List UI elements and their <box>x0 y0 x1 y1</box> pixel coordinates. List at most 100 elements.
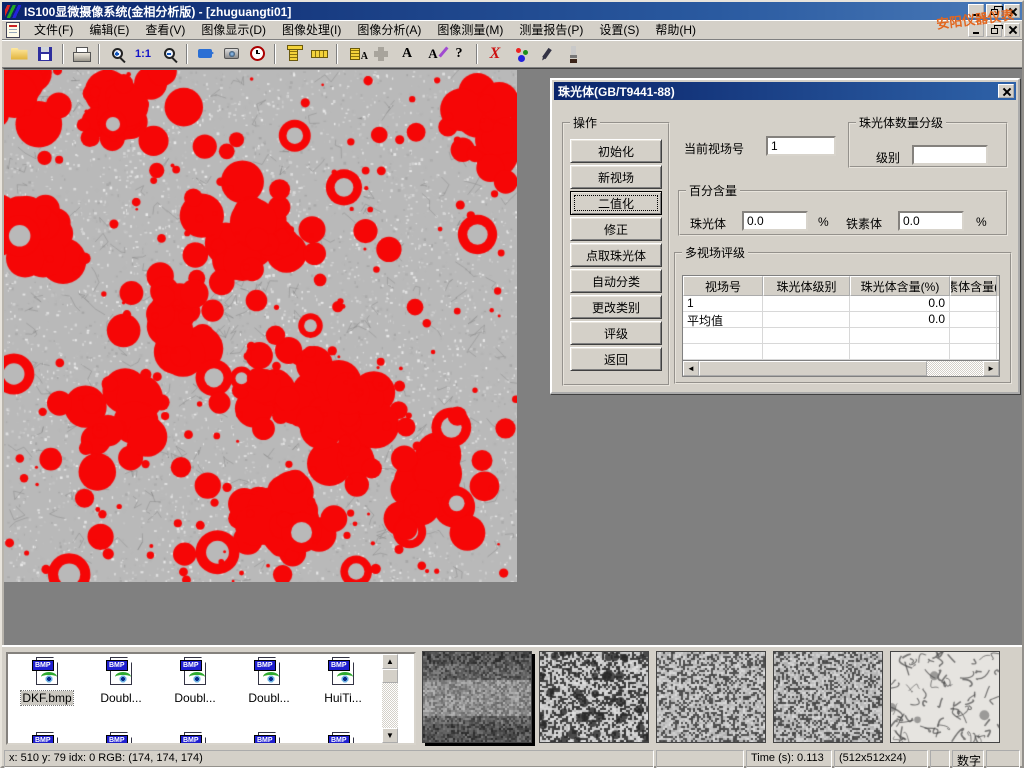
column-header[interactable]: 珠光体含量(%) <box>850 276 950 296</box>
scrollbar-thumb[interactable] <box>699 361 927 376</box>
file-item[interactable]: BMP HuiTi... <box>306 657 380 705</box>
table-row-empty <box>683 328 999 344</box>
table-row-empty <box>683 344 999 360</box>
document-icon[interactable] <box>6 22 20 38</box>
help-icon[interactable]: ? <box>446 42 472 66</box>
op-button[interactable]: 点取珠光体 <box>570 243 662 267</box>
menu-item[interactable]: 帮助(H) <box>647 19 704 40</box>
measure-text-icon[interactable]: A <box>342 42 368 66</box>
column-header[interactable]: 视场号 <box>683 276 763 296</box>
text-annotate-icon[interactable]: A <box>394 42 420 66</box>
toolbar-separator <box>336 44 338 64</box>
file-item[interactable]: BMP DKF.bmp <box>10 657 84 705</box>
op-button[interactable]: 二值化 <box>570 191 662 215</box>
scroll-right-icon[interactable]: ► <box>983 361 999 376</box>
count-phases-icon[interactable] <box>508 42 534 66</box>
toolbar-separator <box>476 44 478 64</box>
minimize-button[interactable] <box>968 4 984 18</box>
menu-item[interactable]: 图像测量(M) <box>429 19 511 40</box>
menu-item[interactable]: 设置(S) <box>591 19 647 40</box>
thumbnail[interactable] <box>422 651 532 743</box>
mdi-restore-button[interactable] <box>986 23 1002 37</box>
edit-text-icon[interactable]: A <box>420 42 446 66</box>
pen-icon[interactable] <box>534 42 560 66</box>
zoom-in-icon[interactable] <box>104 42 130 66</box>
close-button[interactable] <box>1004 4 1020 18</box>
toolbar-separator <box>98 44 100 64</box>
op-button[interactable]: 新视场 <box>570 165 662 189</box>
column-header[interactable]: 珠光体级别 <box>763 276 850 296</box>
grade-legend: 珠光体数量分级 <box>856 114 946 131</box>
file-item[interactable]: BMP Doubl... <box>232 657 306 705</box>
ferrite-input[interactable] <box>898 211 964 231</box>
micrograph-canvas[interactable] <box>4 70 517 582</box>
file-item[interactable]: BMP <box>10 732 84 743</box>
thumbnail[interactable] <box>656 651 766 743</box>
table-row[interactable]: 平均值 0.0 <box>683 312 999 328</box>
file-item[interactable]: BMP Doubl... <box>158 657 232 705</box>
spline-curve-icon[interactable]: X <box>482 42 508 66</box>
column-header[interactable]: 铁素体含量(%) <box>950 276 997 296</box>
print-icon[interactable] <box>68 42 94 66</box>
zoom-out-icon[interactable] <box>156 42 182 66</box>
caliper-icon[interactable] <box>280 42 306 66</box>
file-item[interactable]: BMP <box>306 732 380 743</box>
thumbnail[interactable] <box>539 651 649 743</box>
menu-item[interactable]: 图像显示(D) <box>193 19 274 40</box>
file-name: Doubl... <box>99 691 142 705</box>
op-button[interactable]: 更改类别 <box>570 295 662 319</box>
menu-item[interactable]: 编辑(E) <box>81 19 137 40</box>
restore-button[interactable] <box>986 4 1002 18</box>
scroll-left-icon[interactable]: ◄ <box>683 361 699 376</box>
table-horizontal-scrollbar[interactable]: ◄ ► <box>683 360 999 376</box>
table-header: 视场号 珠光体级别 珠光体含量(%) 铁素体含量(%) <box>683 276 999 296</box>
pearlite-dialog: 珠光体(GB/T9441-88) 操作 初始化新视场二值化修正点取珠光体自动分类… <box>550 78 1020 394</box>
bmp-file-icon: BMP <box>106 657 136 691</box>
mdi-close-button[interactable] <box>1004 23 1020 37</box>
menu-item[interactable]: 图像分析(A) <box>349 19 429 40</box>
current-field-label: 当前视场号 <box>684 140 744 157</box>
scroll-down-icon[interactable]: ▼ <box>382 728 398 743</box>
menu-item[interactable]: 文件(F) <box>26 19 81 40</box>
pearlite-input[interactable] <box>742 211 808 231</box>
file-name: DKF.bmp <box>21 691 72 705</box>
op-button[interactable]: 初始化 <box>570 139 662 163</box>
scroll-up-icon[interactable]: ▲ <box>382 654 398 669</box>
thumbnail[interactable] <box>890 651 1000 743</box>
brush-icon[interactable] <box>560 42 586 66</box>
eye-icon <box>41 672 57 682</box>
workspace: 珠光体(GB/T9441-88) 操作 初始化新视场二值化修正点取珠光体自动分类… <box>2 68 1022 645</box>
op-button[interactable]: 评级 <box>570 321 662 345</box>
grade-input[interactable] <box>912 145 988 165</box>
eye-icon <box>263 672 279 682</box>
dialog-title-bar[interactable]: 珠光体(GB/T9441-88) <box>554 82 1016 100</box>
file-item[interactable]: BMP <box>84 732 158 743</box>
menu-item[interactable]: 查看(V) <box>137 19 193 40</box>
thumbnail[interactable] <box>773 651 883 743</box>
video-camera-icon[interactable] <box>192 42 218 66</box>
dialog-close-button[interactable] <box>998 84 1014 98</box>
actual-size-icon[interactable]: 1:1 <box>130 42 156 66</box>
op-button[interactable]: 自动分类 <box>570 269 662 293</box>
file-item[interactable]: BMP Doubl... <box>84 657 158 705</box>
scrollbar-thumb[interactable] <box>382 669 398 683</box>
op-button[interactable]: 修正 <box>570 217 662 241</box>
op-button[interactable]: 返回 <box>570 347 662 371</box>
file-list-scrollbar[interactable]: ▲ ▼ <box>382 654 398 743</box>
status-panel-empty <box>656 750 744 768</box>
grid-cross-icon[interactable] <box>368 42 394 66</box>
menu-item[interactable]: 图像处理(I) <box>274 19 349 40</box>
table-row[interactable]: 1 0.0 <box>683 296 999 312</box>
open-folder-icon[interactable] <box>6 42 32 66</box>
file-item[interactable]: BMP <box>232 732 306 743</box>
bmp-file-icon: BMP <box>32 657 62 691</box>
ruler-icon[interactable] <box>306 42 332 66</box>
current-field-input[interactable] <box>766 136 836 156</box>
mdi-minimize-button[interactable] <box>968 23 984 37</box>
timer-clock-icon[interactable] <box>244 42 270 66</box>
capture-camera-icon[interactable] <box>218 42 244 66</box>
menu-item[interactable]: 测量报告(P) <box>511 19 591 40</box>
bmp-file-icon: BMP <box>254 657 284 691</box>
save-icon[interactable] <box>32 42 58 66</box>
file-item[interactable]: BMP <box>158 732 232 743</box>
